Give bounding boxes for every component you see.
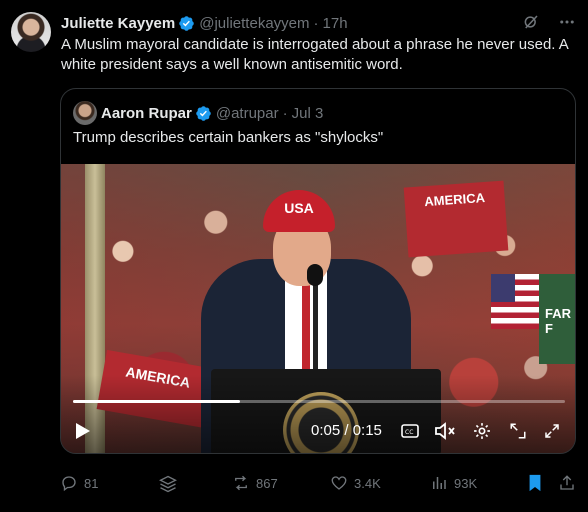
header-actions bbox=[522, 13, 576, 31]
quoted-avatar bbox=[73, 101, 97, 125]
share-button[interactable] bbox=[558, 474, 576, 492]
like-count: 3.4K bbox=[354, 475, 381, 491]
video-microphone bbox=[313, 274, 318, 374]
stack-icon bbox=[158, 474, 178, 494]
settings-icon[interactable] bbox=[471, 418, 493, 444]
separator-dot: · bbox=[282, 104, 288, 122]
stack-button[interactable] bbox=[158, 474, 178, 494]
views-button[interactable]: 93K bbox=[430, 474, 477, 492]
reply-count: 81 bbox=[84, 475, 99, 491]
tweet-header: Juliette Kayyem @juliettekayyem · 17h bbox=[61, 13, 576, 33]
like-icon bbox=[330, 474, 348, 492]
share-icon bbox=[558, 474, 576, 492]
reply-button[interactable]: 81 bbox=[60, 474, 98, 492]
like-button[interactable]: 3.4K bbox=[330, 474, 381, 492]
repost-icon bbox=[232, 474, 250, 492]
video-player[interactable]: AMERICA AMERICA FAR F USA CC bbox=[61, 164, 575, 453]
separator-dot: · bbox=[313, 14, 319, 32]
mute-icon[interactable] bbox=[433, 418, 457, 444]
views-count: 93K bbox=[454, 475, 478, 491]
video-sign-america: AMERICA bbox=[403, 180, 509, 258]
quoted-header: Aaron Rupar @atrupar · Jul 3 bbox=[73, 101, 323, 125]
video-progress-fill bbox=[73, 400, 241, 403]
video-flag bbox=[491, 274, 546, 329]
video-progress-bar[interactable] bbox=[73, 400, 565, 403]
video-sign-green: FAR F bbox=[539, 274, 575, 364]
repost-count: 867 bbox=[256, 475, 278, 491]
video-microphone-head bbox=[307, 264, 323, 286]
bookmark-button[interactable] bbox=[527, 474, 543, 492]
tweet-text: A Muslim mayoral candidate is interrogat… bbox=[61, 36, 568, 73]
tweet-time[interactable]: 17h bbox=[323, 15, 348, 32]
reply-icon bbox=[60, 474, 78, 492]
play-icon[interactable] bbox=[73, 418, 93, 444]
svg-text:CC: CC bbox=[405, 429, 413, 436]
quoted-author-handle: @atrupar bbox=[215, 104, 279, 122]
repost-button[interactable]: 867 bbox=[232, 474, 278, 492]
captions-icon[interactable]: CC bbox=[399, 418, 421, 444]
pip-icon[interactable] bbox=[507, 418, 529, 444]
verified-badge-icon bbox=[178, 15, 195, 32]
fullscreen-icon[interactable] bbox=[541, 418, 563, 444]
quoted-text: Trump describes certain bankers as "shyl… bbox=[73, 129, 384, 146]
quoted-author-name: Aaron Rupar bbox=[101, 104, 192, 122]
quoted-tweet[interactable]: Aaron Rupar @atrupar · Jul 3 Trump descr… bbox=[60, 88, 576, 454]
author-name[interactable]: Juliette Kayyem bbox=[61, 15, 175, 32]
tweet-action-bar: 81 867 3.4K 93K bbox=[60, 474, 576, 496]
more-icon[interactable] bbox=[558, 13, 576, 31]
video-time-display: 0:05 / 0:15 bbox=[311, 422, 382, 439]
bookmark-icon bbox=[527, 474, 543, 492]
grok-icon[interactable] bbox=[522, 13, 540, 31]
author-handle[interactable]: @juliettekayyem bbox=[199, 15, 309, 32]
quoted-time: Jul 3 bbox=[291, 104, 324, 122]
verified-badge-icon bbox=[195, 105, 212, 122]
views-icon bbox=[430, 474, 448, 492]
author-avatar[interactable] bbox=[11, 12, 51, 52]
